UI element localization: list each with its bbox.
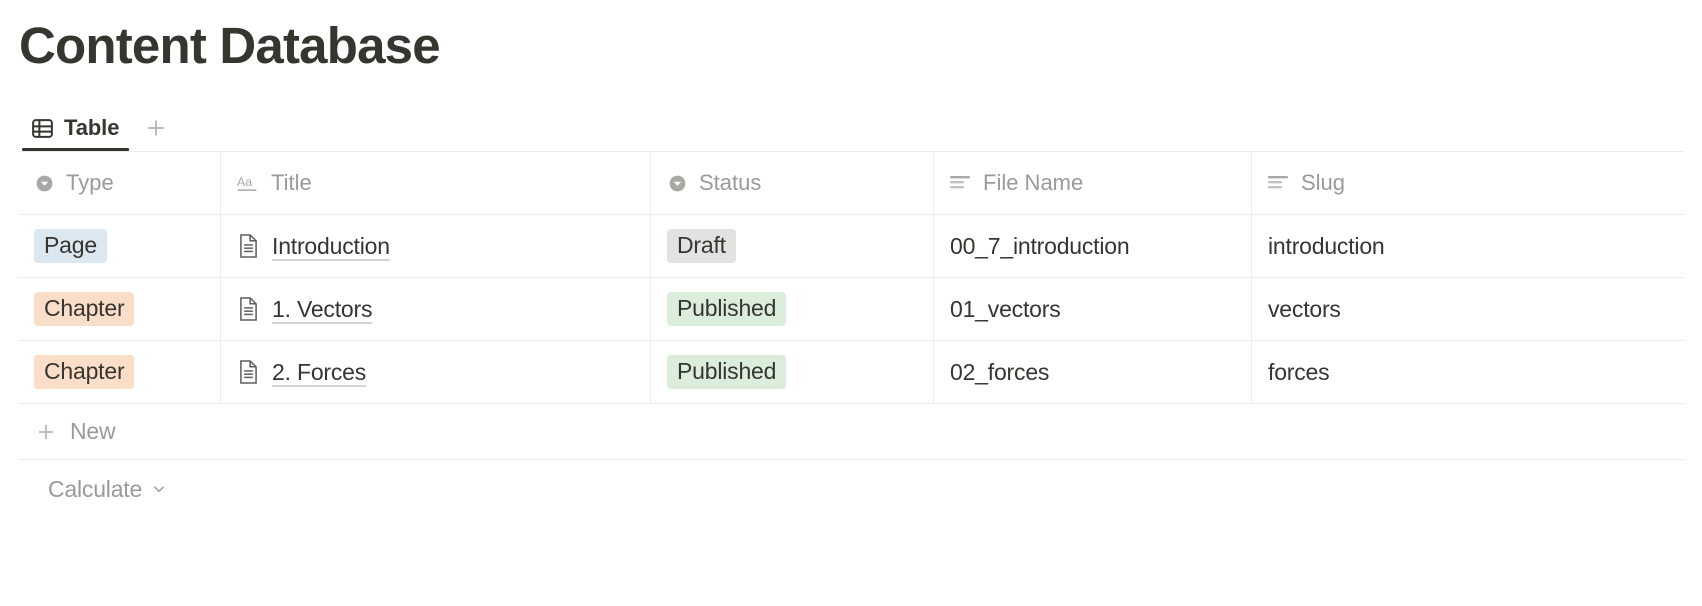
column-header-slug[interactable]: Slug bbox=[1252, 152, 1684, 214]
table-icon bbox=[30, 116, 55, 141]
cell-title[interactable]: 1. Vectors bbox=[221, 278, 651, 340]
calculate-button[interactable]: Calculate bbox=[18, 460, 1684, 518]
file-name-value: 02_forces bbox=[950, 358, 1050, 385]
column-header-status[interactable]: Status bbox=[651, 152, 934, 214]
slug-value: introduction bbox=[1268, 232, 1385, 259]
tab-table[interactable]: Table bbox=[22, 111, 130, 151]
column-header-label: Status bbox=[699, 170, 762, 195]
type-badge: Chapter bbox=[34, 354, 135, 390]
chevron-down-icon bbox=[150, 480, 168, 498]
text-lines-icon bbox=[950, 174, 972, 192]
type-badge: Chapter bbox=[34, 291, 135, 327]
plus-icon bbox=[143, 115, 169, 141]
table-header-row: Type Aa Title Status File Name Slug bbox=[18, 152, 1684, 215]
slug-value: forces bbox=[1268, 358, 1330, 385]
title-aa-icon: Aa bbox=[237, 173, 260, 194]
column-header-file-name[interactable]: File Name bbox=[934, 152, 1252, 214]
cell-title[interactable]: 2. Forces bbox=[221, 341, 651, 403]
cell-status[interactable]: Draft bbox=[651, 215, 934, 277]
table-row[interactable]: Chapter 1. Vectors Published 01_vectors … bbox=[18, 278, 1684, 341]
column-header-type[interactable]: Type bbox=[18, 152, 221, 214]
cell-type[interactable]: Chapter bbox=[18, 278, 221, 340]
status-badge: Published bbox=[667, 291, 787, 327]
page-title: Content Database bbox=[19, 17, 441, 74]
title-link[interactable]: 2. Forces bbox=[272, 359, 366, 386]
column-header-label: File Name bbox=[983, 170, 1084, 195]
cell-status[interactable]: Published bbox=[651, 278, 934, 340]
title-link[interactable]: 1. Vectors bbox=[272, 296, 372, 323]
type-badge: Page bbox=[34, 228, 107, 264]
status-badge: Published bbox=[667, 354, 787, 390]
select-icon bbox=[667, 173, 688, 194]
cell-type[interactable]: Chapter bbox=[18, 341, 221, 403]
select-icon bbox=[34, 173, 55, 194]
status-badge: Draft bbox=[667, 228, 736, 264]
new-row-label: New bbox=[70, 418, 116, 444]
column-header-title[interactable]: Aa Title bbox=[221, 152, 651, 214]
cell-title[interactable]: Introduction bbox=[221, 215, 651, 277]
cell-slug[interactable]: introduction bbox=[1252, 215, 1684, 277]
page-document-icon bbox=[237, 359, 260, 385]
column-header-label: Type bbox=[66, 170, 114, 195]
text-lines-icon bbox=[1268, 174, 1290, 192]
calculate-label: Calculate bbox=[48, 475, 143, 502]
cell-file-name[interactable]: 01_vectors bbox=[934, 278, 1252, 340]
cell-file-name[interactable]: 02_forces bbox=[934, 341, 1252, 403]
title-link[interactable]: Introduction bbox=[272, 233, 390, 260]
page-document-icon bbox=[237, 233, 260, 259]
cell-status[interactable]: Published bbox=[651, 341, 934, 403]
add-view-button[interactable] bbox=[139, 111, 173, 145]
plus-icon bbox=[34, 420, 58, 444]
cell-slug[interactable]: vectors bbox=[1252, 278, 1684, 340]
file-name-value: 00_7_introduction bbox=[950, 232, 1130, 259]
column-header-label: Slug bbox=[1301, 170, 1346, 195]
new-row-button[interactable]: New bbox=[18, 404, 1684, 460]
column-header-label: Title bbox=[271, 170, 312, 195]
svg-text:Aa: Aa bbox=[237, 175, 252, 189]
content-database-page: Content Database Table Type Aa Title Sta… bbox=[0, 0, 1702, 606]
cell-type[interactable]: Page bbox=[18, 215, 221, 277]
slug-value: vectors bbox=[1268, 295, 1341, 322]
file-name-value: 01_vectors bbox=[950, 295, 1061, 322]
cell-file-name[interactable]: 00_7_introduction bbox=[934, 215, 1252, 277]
table-row[interactable]: Chapter 2. Forces Published 02_forces fo… bbox=[18, 341, 1684, 404]
cell-slug[interactable]: forces bbox=[1252, 341, 1684, 403]
view-tabs-bar: Table bbox=[18, 109, 1684, 151]
table-row[interactable]: Page Introduction Draft 00_7_introductio… bbox=[18, 215, 1684, 278]
page-document-icon bbox=[237, 296, 260, 322]
tab-table-label: Table bbox=[64, 115, 120, 140]
content-table: Type Aa Title Status File Name Slug Page… bbox=[18, 151, 1684, 460]
